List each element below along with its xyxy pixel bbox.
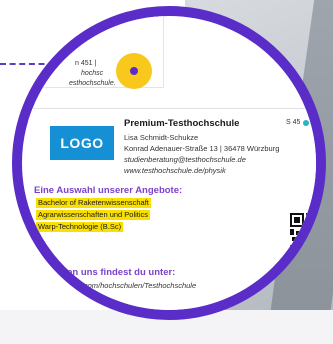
offer-item: Warp-Technologie (B.Sc) (36, 222, 124, 232)
page-reference: S 45 (286, 119, 310, 126)
background-card-line: hochsc (81, 70, 104, 77)
contact-name: Lisa Schmidt-Schukze (124, 133, 199, 142)
offers-heading: Eine Auswahl unserer Angebote: (34, 185, 183, 196)
next-listing-title: na1 (70, 296, 84, 305)
school-logo: LOGO (50, 126, 114, 160)
location-marker-icon (116, 53, 152, 89)
status-dot-icon (303, 119, 310, 126)
school-name: Premium-Testhochschule (124, 118, 240, 129)
background-card-line: n 451 | (75, 60, 97, 67)
listing-card[interactable]: LOGO Premium-Testhochschule Lisa Schmidt… (28, 108, 316, 290)
background-card-line: esthochschule. (69, 80, 116, 87)
magnifier-circle: n 451 | hochsc esthochschule. LOGO Premi… (12, 6, 326, 320)
more-heading: Mehr von uns findest du unter: (36, 267, 176, 278)
page-label: S 45 (286, 119, 301, 126)
marker-center (130, 67, 138, 75)
offer-item: Bachelor of Raketenwissenschaft (36, 198, 151, 208)
website-link[interactable]: www.testhochschule.de/physik (124, 166, 226, 175)
address: Konrad Adenauer-Straße 13 | 36478 Würzbu… (124, 144, 280, 153)
offer-item: Agrarwissenschaften und Politics (36, 210, 151, 220)
email-link[interactable]: studienberatung@testhochschule.de (124, 155, 246, 164)
